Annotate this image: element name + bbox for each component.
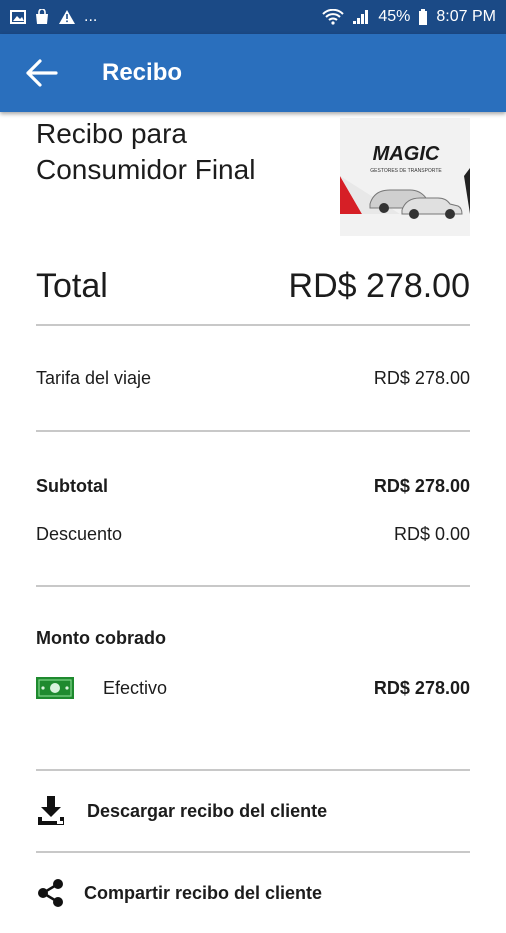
subtotal-value: RD$ 278.00 — [373, 475, 470, 496]
battery-icon — [418, 9, 428, 25]
total-row: Total RD$ 278.00 — [36, 246, 470, 326]
status-bar-system: 45% 8:07 PM — [322, 8, 496, 26]
signal-icon — [352, 9, 370, 25]
fare-label: Tarifa del viaje — [36, 367, 152, 388]
warning-icon — [58, 9, 76, 25]
page-title: Recibo — [102, 59, 183, 86]
wifi-icon — [322, 9, 345, 25]
payment-row: Efectivo RD$ 278.00 — [36, 661, 470, 715]
battery-percent: 45% — [378, 8, 411, 25]
back-button[interactable] — [16, 48, 66, 98]
charged-header-row: Monto cobrado — [36, 615, 470, 661]
divider — [36, 430, 470, 432]
payment-value: RD$ 278.00 — [373, 677, 470, 698]
receipt-content: Recibo para Consumidor Final MAGIC GESTO… — [36, 112, 470, 933]
discount-label: Descuento — [36, 523, 123, 544]
subtotal-row: Subtotal RD$ 278.00 — [36, 460, 470, 512]
notification-overflow: ... — [84, 8, 98, 25]
cash-icon — [36, 677, 74, 699]
share-icon — [36, 878, 70, 908]
status-bar-notifications: ... — [10, 8, 97, 26]
discount-value: RD$ 0.00 — [393, 523, 470, 544]
payment-method-label: Efectivo — [103, 677, 168, 698]
clock: 8:07 PM — [436, 8, 496, 25]
receipt-title: Recibo para Consumidor Final — [36, 118, 256, 185]
share-receipt-label: Compartir recibo del cliente — [84, 882, 323, 903]
back-arrow-icon — [26, 59, 58, 87]
company-logo: MAGIC GESTORES DE TRANSPORTE — [340, 118, 470, 236]
subtotal-label: Subtotal — [36, 475, 108, 496]
total-value: RD$ 278.00 — [288, 266, 470, 305]
download-receipt-label: Descargar recibo del cliente — [87, 800, 328, 821]
share-receipt-button[interactable]: Compartir recibo del cliente — [36, 853, 470, 933]
fare-value: RD$ 278.00 — [373, 367, 470, 388]
download-icon — [36, 795, 70, 827]
logo-text: MAGIC — [373, 143, 440, 165]
payment-method: Efectivo — [36, 677, 167, 699]
download-receipt-button[interactable]: Descargar recibo del cliente — [36, 771, 470, 851]
status-bar: ... 45% 8:07 PM — [0, 0, 506, 34]
discount-row: Descuento RD$ 0.00 — [36, 512, 470, 556]
shopping-bag-icon — [34, 9, 50, 25]
receipt-header: Recibo para Consumidor Final MAGIC GESTO… — [36, 112, 470, 242]
app-bar: Recibo — [0, 34, 506, 112]
logo-subtext: GESTORES DE TRANSPORTE — [370, 168, 442, 174]
image-icon — [10, 9, 26, 25]
fare-row: Tarifa del viaje RD$ 278.00 — [36, 326, 470, 430]
charged-label: Monto cobrado — [36, 627, 166, 648]
total-label: Total — [36, 266, 108, 305]
divider — [36, 585, 470, 587]
